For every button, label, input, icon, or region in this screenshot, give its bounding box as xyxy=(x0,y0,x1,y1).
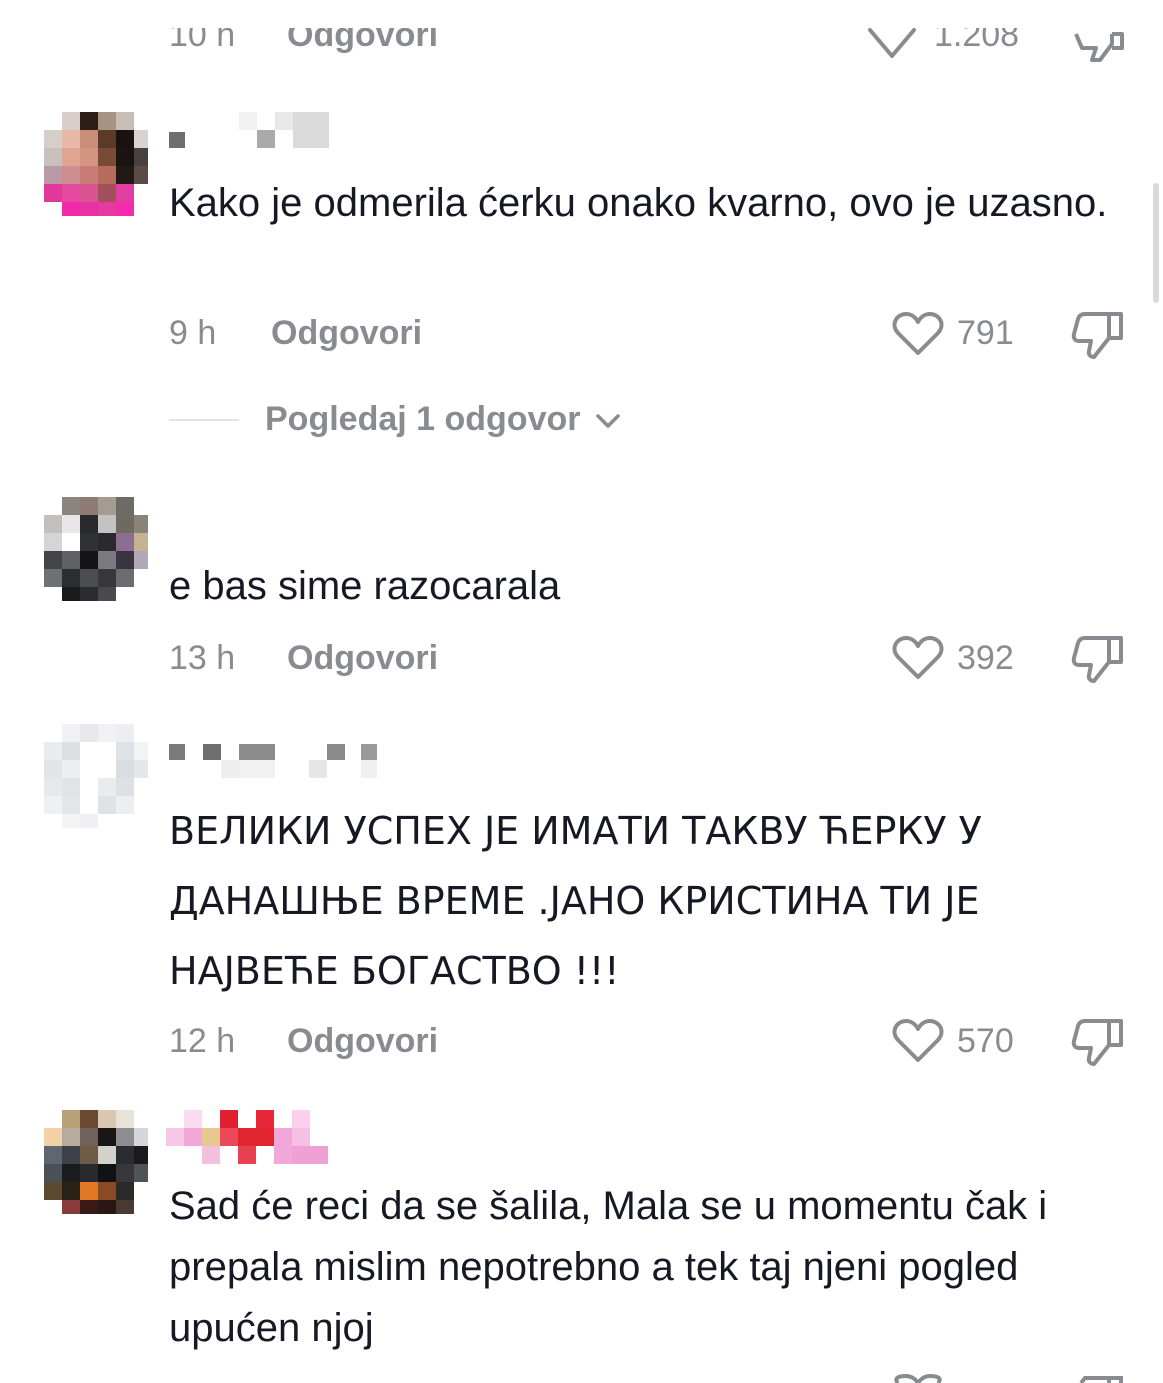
reply-button[interactable]: Odgovori xyxy=(287,28,438,55)
comment-text: ВЕЛИКИ УСПЕХ ЈЕ ИМАТИ ТАКВУ ЋЕРКУ У ДАНА… xyxy=(169,809,994,993)
view-replies-label: Pogledaj 1 odgovor xyxy=(265,400,581,438)
comment-time: 9 h xyxy=(169,314,217,352)
avatar[interactable] xyxy=(44,497,148,601)
heart-outline-icon[interactable] xyxy=(892,1018,944,1064)
reply-button[interactable]: Odgovori xyxy=(287,1022,438,1061)
like-count: 791 xyxy=(957,314,1014,352)
reply-button[interactable]: Odgovori xyxy=(271,314,422,353)
avatar[interactable] xyxy=(44,1110,148,1214)
heart-outline-icon[interactable] xyxy=(866,16,918,60)
reply-button[interactable]: Odgovori xyxy=(287,639,438,678)
heart-outline-icon[interactable] xyxy=(892,311,944,357)
comment-time: 12 h xyxy=(169,1022,236,1060)
thumbs-down-outline-icon[interactable] xyxy=(1071,1374,1127,1383)
username-blurred[interactable] xyxy=(166,1110,328,1164)
comment-text: Sad će reci da se šalila, Mala se u mome… xyxy=(169,1184,1059,1350)
thumbs-down-outline-icon[interactable] xyxy=(1071,632,1127,684)
like-count: 570 xyxy=(957,1022,1014,1060)
like-count: 1.208 xyxy=(934,16,1020,54)
divider xyxy=(169,419,239,421)
like-count: 392 xyxy=(957,639,1014,677)
thumbs-down-outline-icon[interactable] xyxy=(1071,308,1127,360)
username-blurred[interactable] xyxy=(169,112,329,152)
comment-time: 13 h xyxy=(169,639,236,677)
heart-outline-icon[interactable] xyxy=(892,1374,944,1383)
comment-text: Kako je odmerila ćerku onako kvarno, ovo… xyxy=(169,181,1108,225)
scrollbar[interactable] xyxy=(1153,183,1159,303)
thumbs-down-outline-icon[interactable] xyxy=(1072,20,1126,64)
chevron-down-icon xyxy=(596,414,620,428)
avatar[interactable] xyxy=(44,112,148,216)
comment-time: 10 h xyxy=(169,16,236,54)
view-replies-button[interactable]: Pogledaj 1 odgovor xyxy=(265,400,622,439)
avatar[interactable] xyxy=(44,724,148,828)
username-blurred[interactable] xyxy=(169,742,389,782)
thumbs-down-outline-icon[interactable] xyxy=(1071,1015,1127,1067)
heart-outline-icon[interactable] xyxy=(892,635,944,681)
comment-text: e bas sime razocarala xyxy=(169,564,561,608)
